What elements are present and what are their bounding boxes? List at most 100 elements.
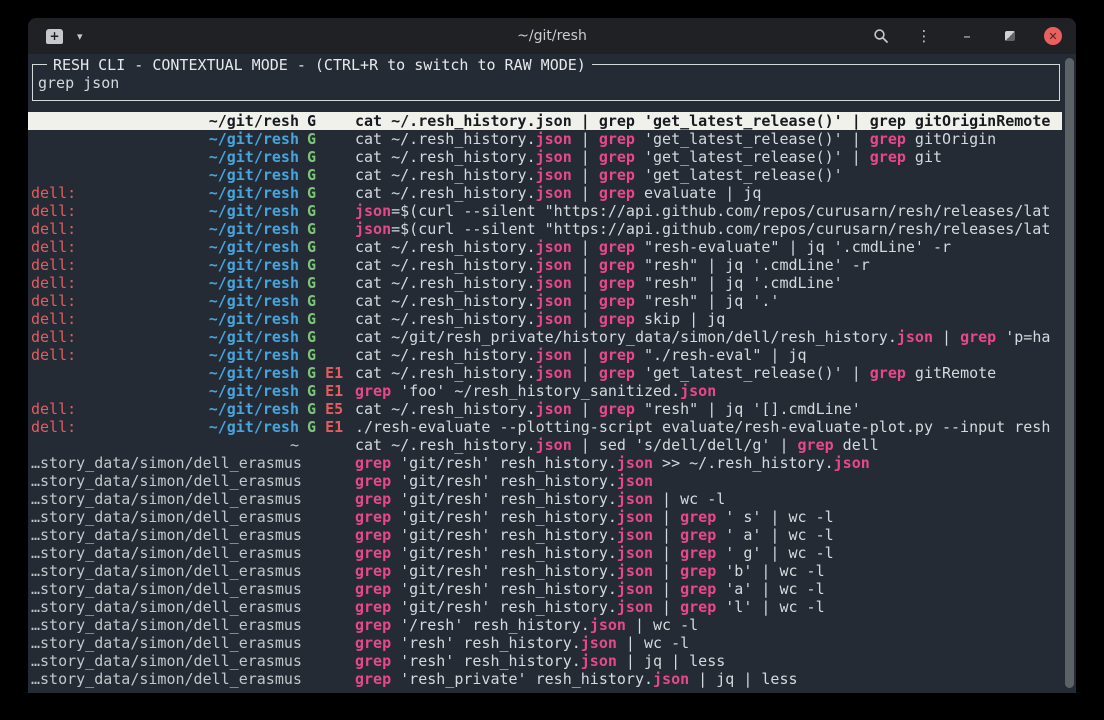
history-row[interactable]: dell:~/git/reshGjson=$(curl --silent "ht…: [28, 220, 1062, 238]
path-label: ~/git/resh: [209, 184, 299, 202]
history-row[interactable]: dell:~/git/reshGcat ~/.resh_history.json…: [28, 346, 1062, 364]
history-row[interactable]: …story_data/simon/dell_erasmusgrep 'git/…: [28, 526, 1062, 544]
history-list: ~/git/reshGcat ~/.resh_history.json | gr…: [28, 112, 1062, 688]
path-label: ~/git/resh: [209, 166, 299, 184]
history-row[interactable]: dell:~/git/reshG E5cat ~/.resh_history.j…: [28, 400, 1062, 418]
restore-button[interactable]: [1001, 27, 1019, 45]
minimize-button[interactable]: –: [958, 27, 976, 45]
history-row[interactable]: ~/git/reshGcat ~/.resh_history.json | gr…: [28, 112, 1062, 130]
path-label: …story_data/simon/dell_erasmus: [31, 652, 302, 670]
close-button[interactable]: ✕: [1044, 27, 1062, 45]
command-text: grep 'git/resh' resh_history.json | grep…: [355, 580, 1062, 598]
history-row[interactable]: dell:~/git/reshG E1./resh-evaluate --plo…: [28, 418, 1062, 436]
history-row[interactable]: …story_data/simon/dell_erasmusgrep 'resh…: [28, 652, 1062, 670]
history-row[interactable]: …story_data/simon/dell_erasmusgrep 'git/…: [28, 508, 1062, 526]
history-row[interactable]: dell:~/git/reshGcat ~/.resh_history.json…: [28, 274, 1062, 292]
path-label: …story_data/simon/dell_erasmus: [31, 670, 302, 688]
path-label: …story_data/simon/dell_erasmus: [31, 508, 302, 526]
new-tab-button[interactable]: +: [46, 29, 63, 44]
flags: [299, 526, 355, 544]
flag-G: G: [307, 238, 316, 256]
host-label: dell:: [31, 238, 76, 256]
scrollbar[interactable]: [1065, 58, 1074, 688]
path-label: …story_data/simon/dell_erasmus: [31, 616, 302, 634]
flag-G: G: [307, 400, 316, 418]
history-row[interactable]: ~/git/reshGcat ~/.resh_history.json | gr…: [28, 148, 1062, 166]
history-row[interactable]: ~/git/reshGcat ~/.resh_history.json | gr…: [28, 130, 1062, 148]
path-label: ~/git/resh: [209, 256, 299, 274]
command-text: grep 'git/resh' resh_history.json | grep…: [355, 526, 1062, 544]
flag-G: G: [307, 256, 316, 274]
scrollbar-thumb[interactable]: [1065, 58, 1074, 688]
history-row[interactable]: ~cat ~/.resh_history.json | sed 's/dell/…: [28, 436, 1062, 454]
history-row[interactable]: …story_data/simon/dell_erasmusgrep 'git/…: [28, 562, 1062, 580]
flags: G: [299, 166, 355, 184]
flags: G E5: [299, 400, 355, 418]
command-text: grep 'git/resh' resh_history.json | wc -…: [355, 490, 1062, 508]
flags: [299, 562, 355, 580]
history-row[interactable]: …story_data/simon/dell_erasmus grep 'git/…: [28, 598, 1062, 616]
flag-E1: E1: [325, 382, 343, 400]
history-row[interactable]: dell:~/git/reshGcat ~/git/resh_private/h…: [28, 328, 1062, 346]
flags: [299, 616, 355, 634]
command-text: grep 'git/resh' resh_history.json: [355, 472, 1062, 490]
history-row[interactable]: dell:~/git/reshGcat ~/.resh_history.json…: [28, 310, 1062, 328]
flags: G: [299, 310, 355, 328]
history-row[interactable]: dell:~/git/reshGcat ~/.resh_history.json…: [28, 184, 1062, 202]
search-button[interactable]: [872, 27, 890, 45]
flags: [299, 580, 355, 598]
titlebar: + ▾ ~/git/resh ⋮ – ✕: [28, 18, 1076, 54]
flags: [299, 454, 355, 472]
command-text: cat ~/.resh_history.json | grep "resh" |…: [355, 256, 1062, 274]
flags: G E1: [299, 418, 355, 436]
path-label: ~/git/resh: [209, 328, 299, 346]
command-text: json=$(curl --silent "https://api.github…: [355, 202, 1062, 220]
history-row[interactable]: …story_data/simon/dell_erasmusgrep 'git/…: [28, 544, 1062, 562]
menu-button[interactable]: ⋮: [915, 27, 933, 45]
flag-G: G: [307, 328, 316, 346]
path-label: …story_data/simon/dell_erasmus: [31, 598, 302, 616]
flags: [299, 670, 355, 688]
path-label: ~/git/resh: [209, 274, 299, 292]
history-row[interactable]: …story_data/simon/dell_erasmusgrep 'git/…: [28, 490, 1062, 508]
history-row[interactable]: dell: ~/git/resh Gjson=$(curl --silent "ht…: [28, 202, 1062, 220]
history-row[interactable]: dell:~/git/reshGcat ~/.resh_history.json…: [28, 256, 1062, 274]
command-text: cat ~/.resh_history.json | grep "resh" |…: [355, 292, 1062, 310]
path-label: ~/git/resh: [209, 202, 299, 220]
flags: G: [299, 346, 355, 364]
command-text: cat ~/.resh_history.json | grep "resh" |…: [355, 274, 1062, 292]
history-row[interactable]: …story_data/simon/dell_erasmusgrep '/res…: [28, 616, 1062, 634]
path-label: ~/git/resh: [209, 292, 299, 310]
history-row[interactable]: …story_data/simon/dell_erasmusgrep 'git/…: [28, 454, 1062, 472]
path-label: ~/git/resh: [209, 310, 299, 328]
close-icon: ✕: [1048, 30, 1057, 43]
history-row[interactable]: ~/git/reshG E1grep 'foo' ~/resh_history_…: [28, 382, 1062, 400]
history-row[interactable]: …story_data/simon/dell_erasmusgrep 'resh…: [28, 634, 1062, 652]
flag-G: G: [307, 202, 316, 220]
history-row[interactable]: ~/git/reshGcat ~/.resh_history.json | gr…: [28, 166, 1062, 184]
flags: G: [299, 274, 355, 292]
host-label: dell:: [31, 202, 76, 220]
command-text: grep 'git/resh' resh_history.json >> ~/.…: [355, 454, 1062, 472]
history-row[interactable]: dell:~/git/reshGcat ~/.resh_history.json…: [28, 292, 1062, 310]
kebab-menu-icon: ⋮: [917, 27, 932, 45]
history-row[interactable]: …story_data/simon/dell_erasmusgrep 'git/…: [28, 580, 1062, 598]
command-text: cat ~/.resh_history.json | grep 'get_lat…: [355, 130, 1062, 148]
chevron-down-icon[interactable]: ▾: [77, 30, 83, 43]
path-label: …story_data/simon/dell_erasmus: [31, 634, 302, 652]
flags: G: [299, 328, 355, 346]
flags: G: [299, 184, 355, 202]
command-text: grep 'git/resh' resh_history.json | grep…: [355, 598, 1062, 616]
flags: [299, 490, 355, 508]
path-label: ~/git/resh: [209, 148, 299, 166]
host-label: dell:: [31, 310, 76, 328]
flags: [299, 598, 355, 616]
flag-G: G: [307, 364, 316, 382]
path-label: ~/git/resh: [209, 220, 299, 238]
flags: [299, 508, 355, 526]
flag-E1: E1: [325, 418, 343, 436]
history-row[interactable]: ~/git/reshG E1cat ~/.resh_history.json |…: [28, 364, 1062, 382]
history-row[interactable]: …story_data/simon/dell_erasmusgrep 'git/…: [28, 472, 1062, 490]
history-row[interactable]: dell:~/git/reshGcat ~/.resh_history.json…: [28, 238, 1062, 256]
history-row[interactable]: …story_data/simon/dell_erasmusgrep 'resh…: [28, 670, 1062, 688]
